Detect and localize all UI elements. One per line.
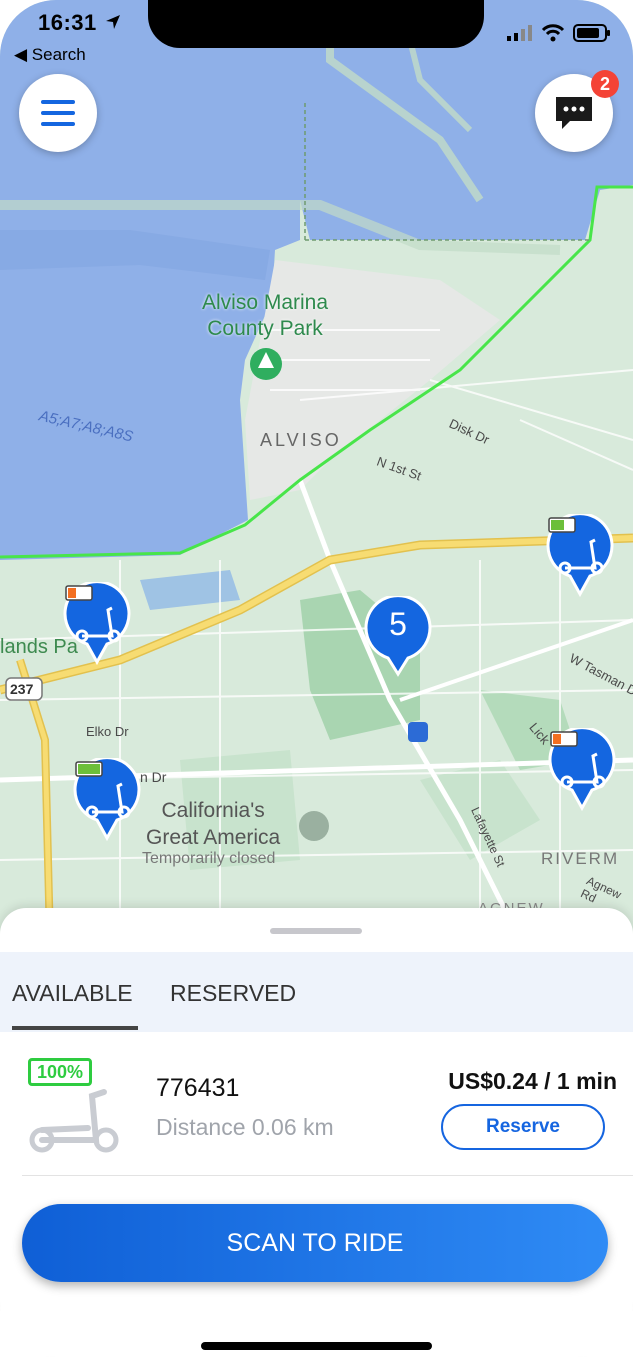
list-divider bbox=[22, 1175, 633, 1176]
sheet-drag-handle[interactable] bbox=[270, 928, 362, 934]
scan-to-ride-button[interactable]: SCAN TO RIDE bbox=[22, 1204, 608, 1282]
chat-bubble-icon bbox=[556, 97, 592, 129]
menu-button[interactable] bbox=[19, 74, 97, 152]
bottom-sheet: AVAILABLE RESERVED 100% 776431 Distance … bbox=[0, 908, 633, 1357]
map-label-town: ALVISO bbox=[260, 430, 342, 450]
scooter-pin[interactable] bbox=[72, 758, 142, 844]
wifi-icon bbox=[541, 24, 565, 42]
map-label-n-dr: n Dr bbox=[140, 769, 167, 785]
reserve-button[interactable]: Reserve bbox=[441, 1104, 605, 1150]
battery-level-badge: 100% bbox=[28, 1058, 92, 1086]
vehicle-distance: Distance 0.06 km bbox=[156, 1114, 334, 1140]
map-label-route: 237 bbox=[10, 681, 34, 697]
status-time: 16:31 bbox=[38, 10, 121, 36]
active-tab-indicator bbox=[12, 1026, 138, 1030]
map-label-elko: Elko Dr bbox=[86, 724, 129, 739]
phone-screen: Alviso Marina County Park A5;A7;A8;A8S A… bbox=[0, 0, 633, 1357]
map-label-park: Alviso Marina County Park bbox=[202, 291, 329, 340]
map-view[interactable]: Alviso Marina County Park A5;A7;A8;A8S A… bbox=[0, 0, 633, 940]
battery-icon bbox=[573, 24, 610, 42]
tab-bar: AVAILABLE RESERVED bbox=[0, 952, 633, 1032]
cellular-signal-icon bbox=[507, 25, 532, 41]
back-to-search-link[interactable]: ◀ Search bbox=[14, 45, 86, 65]
hamburger-icon bbox=[41, 100, 75, 126]
scooter-pin[interactable] bbox=[62, 582, 132, 668]
messages-button[interactable]: 2 bbox=[535, 70, 619, 152]
tab-available[interactable]: AVAILABLE bbox=[12, 980, 133, 1007]
vehicle-price: US$0.24 / 1 min bbox=[448, 1068, 617, 1094]
home-indicator[interactable] bbox=[201, 1342, 432, 1350]
cluster-count: 5 bbox=[389, 606, 407, 642]
tab-reserved[interactable]: RESERVED bbox=[170, 980, 296, 1007]
scooter-icon bbox=[29, 1089, 119, 1153]
scooter-cluster-pin[interactable]: 5 bbox=[364, 596, 432, 678]
vehicle-id: 776431 bbox=[156, 1074, 240, 1102]
location-arrow-icon bbox=[106, 15, 121, 29]
map-label-temp-closed: Temporarily closed bbox=[142, 850, 276, 867]
map-label-great-america: California's Great America bbox=[146, 799, 281, 849]
messages-badge: 2 bbox=[591, 70, 619, 98]
device-notch bbox=[148, 0, 484, 48]
scooter-pin[interactable] bbox=[547, 728, 617, 814]
scooter-pin[interactable] bbox=[545, 514, 615, 600]
map-label-riverm: RIVERM bbox=[541, 849, 620, 868]
status-indicators bbox=[507, 24, 611, 42]
